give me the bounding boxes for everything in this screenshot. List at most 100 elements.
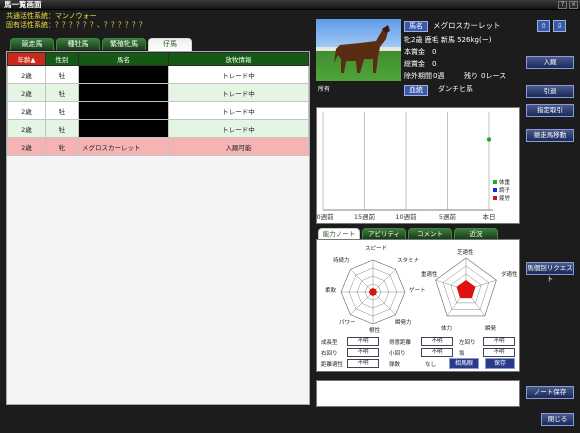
help-button[interactable]: ? (558, 1, 567, 9)
tab-racehorse[interactable]: 競走馬 (10, 38, 54, 50)
x-tick-label: 10週前 (395, 212, 417, 221)
aptitude-radar (435, 257, 497, 317)
cell-status: トレード中 (168, 101, 309, 120)
condition-chart: 20週前 15週前 10週前 5週前 本日 体重調子疲労 (312, 107, 520, 224)
legend-label: 体重 (499, 178, 511, 186)
cell-age: 2歳 (7, 83, 46, 102)
slope-value: 不明 (483, 348, 515, 357)
sire-line: ダンチヒ系 (438, 85, 473, 93)
cell-sex: 牡 (45, 101, 79, 120)
label-flexibility: 柔軟 (325, 288, 337, 294)
tab-ability-note[interactable]: 能力ノート (318, 228, 360, 239)
table-row[interactable]: 2歳 牡 トレード中 (7, 101, 309, 120)
horse-image-icon (316, 25, 401, 73)
label-dirt: ダ適性 (501, 272, 518, 278)
designated-trade-button[interactable]: 指定取引 (526, 104, 574, 117)
col-sex[interactable]: 性別 (45, 52, 79, 66)
growth-label: 成長型 (321, 340, 338, 346)
cell-name-hidden (78, 101, 169, 120)
table-row-selected[interactable]: 2歳 牝 メグロスカーレット 入厩可能 (7, 137, 309, 156)
right-turn-label: 右回り (321, 351, 338, 357)
cell-name-hidden (78, 119, 169, 138)
move-racehorse-button[interactable]: 競走馬移動 (526, 129, 574, 142)
table-row[interactable]: 2歳 牡 トレード中 (7, 65, 309, 84)
remaining-label: 残り (464, 72, 478, 80)
window-title: 馬一覧画面 (4, 0, 42, 9)
label-vitality: 体力 (441, 326, 453, 332)
x-tick-label: 5週前 (439, 212, 457, 221)
cell-status: 入厩可能 (168, 137, 309, 156)
unique-bloodline: 固有活性系統：？？？？？？、？？？？？？ (6, 21, 146, 29)
table-row[interactable]: 2歳 牡 トレード中 (7, 83, 309, 102)
label-power: パワー (339, 320, 356, 326)
horse-photo (316, 19, 401, 81)
legend-swatch (493, 180, 497, 184)
save-button[interactable]: 保存 (485, 358, 515, 369)
cell-status: トレード中 (168, 65, 309, 84)
prize-label: 本賞金 (404, 48, 425, 56)
cell-name-hidden (78, 65, 169, 84)
label-sustain: 持続力 (333, 258, 350, 264)
cell-age: 2歳 (7, 137, 46, 156)
close-button[interactable]: 閉じる (541, 413, 574, 426)
tab-stallion[interactable]: 種牡馬 (56, 38, 100, 50)
cell-sex: 牡 (45, 83, 79, 102)
col-status[interactable]: 放牧情報 (168, 52, 309, 66)
admit-button[interactable]: 入厩 (526, 56, 574, 69)
cell-sex: 牝 (45, 137, 79, 156)
total-prize-label: 総賞金 (404, 60, 425, 68)
title-bar: 馬一覧画面 ? × (0, 0, 580, 10)
label-stamina: スタミナ (397, 258, 420, 264)
label-sprint: 瞬発 (485, 326, 497, 332)
horse-name: メグロスカーレット (433, 21, 501, 30)
tab-comment[interactable]: コメント (408, 228, 452, 239)
legend-label: 疲労 (499, 194, 511, 202)
growth-value: 不明 (347, 337, 379, 346)
slope-label: 坂 (459, 351, 465, 357)
note-save-button[interactable]: ノート保存 (526, 386, 574, 399)
retire-button[interactable]: 引退 (526, 85, 574, 98)
label-gate: ゲート (409, 288, 426, 294)
left-turn-value: 不明 (483, 337, 515, 346)
label-speed: スピード (365, 246, 388, 252)
tab-recent[interactable]: 近況 (454, 228, 498, 239)
left-turn-label: 左回り (459, 340, 476, 346)
small-turn-label: 小回り (389, 351, 406, 357)
col-name[interactable]: 馬名 (78, 52, 169, 66)
cell-name-hidden (78, 83, 169, 102)
distance-label: 得意距離 (389, 340, 412, 346)
legend-label: 調子 (499, 186, 511, 194)
horse-request-button[interactable]: 馬個別リクエスト (526, 262, 574, 283)
ability-radar (340, 259, 406, 325)
exclusion-value: 0週 (433, 72, 445, 80)
chart-plot: 20週前 15週前 10週前 5週前 本日 体重調子疲労 (312, 112, 511, 221)
scroll-up-button[interactable]: ⇧ (537, 20, 550, 32)
small-turn-value: 不明 (421, 348, 453, 357)
total-prize-value: 0 (432, 60, 437, 68)
horse-table: 年齢▲ 性別 馬名 放牧情報 2歳 牡 トレード中 2歳 牡 トレード中 2歳 … (7, 52, 309, 156)
distance-value: 不明 (421, 337, 453, 346)
col-age[interactable]: 年齢▲ (7, 52, 46, 66)
tab-foal[interactable]: 仔馬 (148, 38, 192, 51)
label-burst: 瞬発力 (395, 320, 412, 326)
legend-swatch (493, 188, 497, 192)
scroll-down-button[interactable]: ⇩ (553, 20, 566, 32)
note-textarea[interactable] (316, 380, 520, 407)
x-tick-label: 20週前 (317, 212, 334, 221)
tab-broodmare[interactable]: 繁殖牝馬 (102, 38, 146, 50)
tab-ability[interactable]: アビリティ (362, 228, 406, 239)
legend-swatch (493, 196, 497, 200)
horse-eye-button[interactable]: 相馬眼 (449, 358, 479, 369)
label-turf: 芝適性 (457, 250, 474, 256)
close-window-button[interactable]: × (569, 1, 578, 9)
table-row[interactable]: 2歳 牡 トレード中 (7, 119, 309, 138)
cell-age: 2歳 (7, 119, 46, 138)
cell-sex: 牡 (45, 119, 79, 138)
cell-age: 2歳 (7, 65, 46, 84)
right-turn-value: 不明 (347, 348, 379, 357)
distance-aptitude-value: 不明 (347, 359, 379, 368)
data-point-体重 (486, 137, 492, 142)
cell-age: 2歳 (7, 101, 46, 120)
table-header: 年齢▲ 性別 馬名 放牧情報 (7, 52, 309, 66)
label-heavy: 重適性 (421, 272, 438, 278)
